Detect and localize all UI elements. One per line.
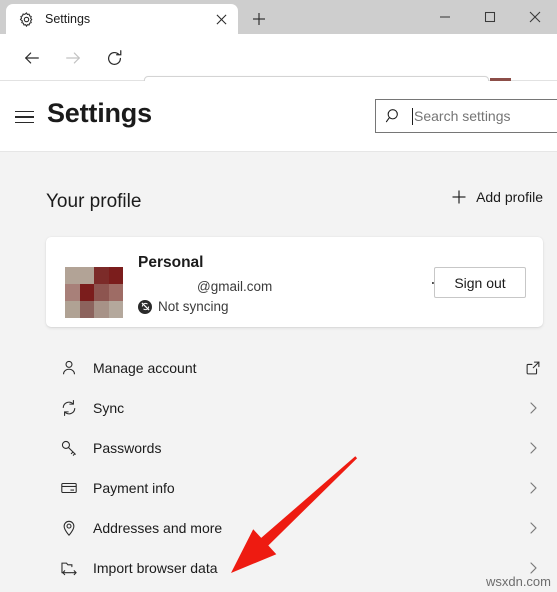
close-icon[interactable] — [209, 7, 233, 31]
settings-row-label: Sync — [93, 400, 125, 416]
chevron-right-icon[interactable] — [523, 478, 543, 498]
minimize-icon[interactable] — [422, 0, 467, 34]
settings-row-label: Payment info — [93, 480, 175, 496]
add-profile-button[interactable]: Add profile — [451, 189, 543, 205]
avatar-pixel-0 — [65, 267, 80, 284]
settings-row-import-browser-data[interactable]: Import browser data — [0, 548, 557, 588]
avatar — [65, 267, 123, 318]
avatar-pixel-3 — [108, 267, 123, 284]
search-settings-box[interactable]: Search settings — [375, 99, 557, 133]
close-window-icon[interactable] — [512, 0, 557, 34]
chevron-right-icon[interactable] — [523, 398, 543, 418]
profile-card: Personal @gmail.com Not syncing ⋯ Sign o… — [46, 237, 543, 327]
avatar-pixel-8 — [65, 301, 80, 318]
settings-row-payment-info[interactable]: Payment info — [0, 468, 557, 508]
settings-row-label: Passwords — [93, 440, 162, 456]
settings-row-passwords[interactable]: Passwords — [0, 428, 557, 468]
avatar-pixel-11 — [108, 301, 123, 318]
chevron-right-icon[interactable] — [523, 518, 543, 538]
settings-row-label: Addresses and more — [93, 520, 223, 536]
avatar-pixel-2 — [94, 267, 109, 284]
gear-icon — [18, 11, 35, 28]
window-controls — [422, 0, 557, 34]
forward-arrow-icon — [58, 43, 88, 73]
browser-toolbar: Edge edge://settings/pr... ⋯ — [0, 34, 557, 107]
new-tab-button[interactable] — [246, 7, 272, 31]
avatar-pixel-10 — [94, 301, 109, 318]
reload-icon[interactable] — [99, 43, 129, 73]
text-caret — [412, 107, 413, 125]
avatar-pixel-7 — [108, 284, 123, 301]
profile-email: @gmail.com — [197, 279, 273, 294]
sync-off-icon — [138, 299, 152, 314]
chevron-right-icon[interactable] — [523, 438, 543, 458]
title-bar: Settings — [0, 0, 557, 34]
import-folder-icon — [59, 558, 79, 578]
settings-row-addresses-and-more[interactable]: Addresses and more — [0, 508, 557, 548]
settings-row-label: Manage account — [93, 360, 197, 376]
profile-name: Personal — [138, 254, 204, 271]
avatar-pixel-6 — [94, 284, 109, 301]
sync-icon — [59, 398, 79, 418]
key-icon — [59, 438, 79, 458]
sync-status-row: Not syncing — [138, 299, 229, 314]
settings-row-label: Import browser data — [93, 560, 218, 576]
avatar-pixel-9 — [79, 301, 94, 318]
edge-browser-window: Settings Settings Search settings Your p… — [0, 0, 557, 592]
maximize-icon[interactable] — [467, 0, 512, 34]
plus-icon — [451, 189, 467, 205]
section-title: Your profile — [46, 191, 142, 212]
avatar-pixel-4 — [65, 284, 80, 301]
settings-row-sync[interactable]: Sync — [0, 388, 557, 428]
credit-card-icon — [59, 478, 79, 498]
settings-row-manage-account[interactable]: Manage account — [0, 348, 557, 388]
avatar-pixel-1 — [79, 267, 94, 284]
search-icon — [385, 107, 403, 125]
settings-content: Your profile Add profile Personal @gmail… — [0, 152, 557, 592]
hamburger-menu-icon[interactable] — [15, 105, 39, 129]
add-profile-label: Add profile — [476, 189, 543, 205]
settings-list: Manage account Sync Passwords Payment info A… — [0, 348, 557, 588]
watermark: wsxdn.com — [485, 574, 551, 589]
sign-out-button[interactable]: Sign out — [434, 267, 526, 298]
location-pin-icon — [59, 518, 79, 538]
external-link-icon[interactable] — [523, 358, 543, 378]
search-input[interactable]: Search settings — [414, 108, 511, 124]
avatar-pixel-5 — [79, 284, 94, 301]
person-icon — [59, 358, 79, 378]
back-arrow-icon[interactable] — [17, 43, 47, 73]
browser-tab-settings[interactable]: Settings — [6, 4, 238, 34]
page-title: Settings — [47, 98, 152, 128]
sync-status-label: Not syncing — [158, 299, 229, 314]
tab-title: Settings — [45, 12, 91, 26]
